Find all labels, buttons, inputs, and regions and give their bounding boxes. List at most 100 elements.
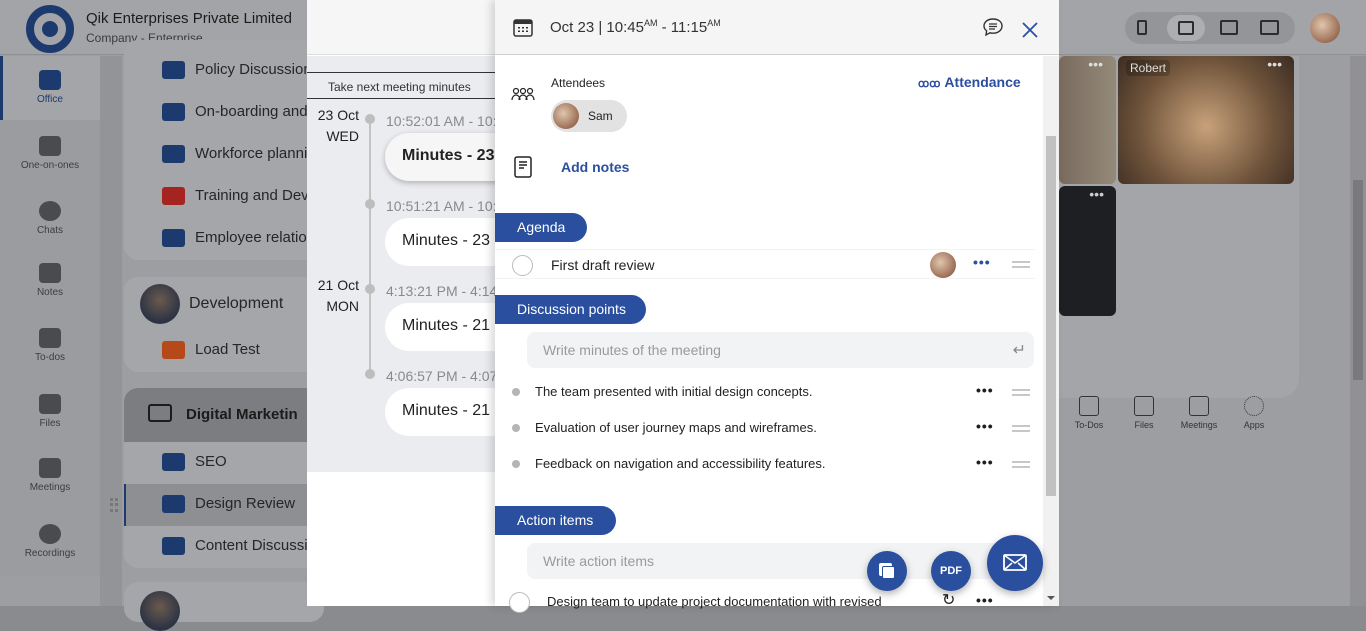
- drag-handle-icon[interactable]: [110, 498, 118, 512]
- video-tile[interactable]: •••: [1059, 186, 1116, 316]
- phone-view-icon[interactable]: [1137, 20, 1147, 35]
- channel-label: Load Test: [195, 341, 260, 358]
- action-items-placeholder: Write action items: [543, 553, 654, 569]
- entry-time: 4:13:21 PM - 4:14:: [386, 283, 502, 299]
- drag-handle-icon[interactable]: [1012, 425, 1030, 432]
- channel-label: Design Review: [195, 495, 296, 512]
- nav-label: Recordings: [24, 548, 76, 559]
- recording-icon: [39, 524, 61, 544]
- agenda-complete-checkbox[interactable]: [512, 255, 533, 276]
- nav-label: Office: [37, 94, 63, 105]
- channel-item-selected[interactable]: Design Review: [162, 495, 322, 514]
- copy-button[interactable]: [867, 551, 907, 591]
- attendance-label: Attendance: [944, 74, 1021, 90]
- channel-item[interactable]: SEO: [162, 453, 322, 472]
- toolbar-files[interactable]: Files: [1119, 396, 1169, 430]
- take-next-minutes-tab[interactable]: Take next meeting minutes: [307, 72, 502, 99]
- discussion-text: Feedback on navigation and accessibility…: [535, 456, 826, 471]
- email-icon: [1003, 554, 1027, 571]
- channel-item[interactable]: Employee relatio: [162, 229, 322, 248]
- page-scroll-thumb[interactable]: [1353, 180, 1363, 380]
- more-options-icon[interactable]: •••: [973, 254, 991, 270]
- nav-notes[interactable]: Notes: [0, 263, 100, 298]
- nav-chats[interactable]: Chats: [0, 201, 100, 236]
- company-name: Qik Enterprises Private Limited: [86, 10, 292, 27]
- tile-more-icon[interactable]: •••: [1267, 56, 1282, 72]
- sidebar-view-icon[interactable]: [1220, 20, 1238, 35]
- agenda-section-label: Agenda: [495, 213, 587, 242]
- pdf-button[interactable]: PDF: [931, 551, 971, 591]
- nav-office[interactable]: Office: [0, 70, 100, 105]
- discussion-item[interactable]: Evaluation of user journey maps and wire…: [495, 413, 1035, 443]
- close-icon[interactable]: [1022, 22, 1038, 38]
- location-pin-icon: [162, 537, 185, 556]
- digital-marketing-header[interactable]: Digital Marketin: [124, 388, 324, 442]
- channel-label: Training and Dev: [195, 187, 309, 204]
- channel-item[interactable]: Policy Discussion: [162, 61, 322, 80]
- email-button[interactable]: [987, 535, 1043, 591]
- channel-item[interactable]: Workforce planni: [162, 145, 322, 164]
- discussion-item[interactable]: Feedback on navigation and accessibility…: [495, 449, 1035, 479]
- drag-handle-icon[interactable]: [1012, 461, 1030, 468]
- add-notes-button[interactable]: Add notes: [561, 159, 629, 175]
- nav-label: Meetings: [29, 482, 71, 493]
- page-scrollbar[interactable]: [1350, 56, 1366, 606]
- company-logo: [26, 5, 74, 53]
- panel-scroll-thumb[interactable]: [1046, 136, 1056, 496]
- entry-time: 4:06:57 PM - 4:07:: [386, 368, 502, 384]
- minutes-input[interactable]: Write minutes of the meeting ↵: [527, 332, 1034, 368]
- attendance-link[interactable]: ꝏꝏ Attendance: [918, 74, 1021, 90]
- action-item[interactable]: Design team to update project documentat…: [495, 588, 1035, 618]
- channel-color-icon: [162, 187, 185, 206]
- panel-scrollbar[interactable]: [1043, 56, 1059, 606]
- enter-icon[interactable]: ↵: [1013, 340, 1026, 360]
- chat-icon[interactable]: [982, 17, 1004, 37]
- people-icon: [39, 136, 61, 156]
- grid-view-button[interactable]: [1167, 15, 1205, 41]
- video-tile-robert[interactable]: Robert •••: [1118, 56, 1294, 184]
- toolbar-todos[interactable]: To-Dos: [1064, 396, 1114, 430]
- agenda-item[interactable]: First draft review •••: [495, 249, 1035, 279]
- nav-todos[interactable]: To-dos: [0, 328, 100, 363]
- notes-icon: [39, 263, 61, 283]
- nav-one-on-ones[interactable]: One-on-ones: [0, 136, 100, 171]
- date-day: 21 Oct: [317, 277, 359, 293]
- meeting-time: Oct 23 | 10:45AM - 11:15AM: [550, 18, 721, 36]
- channel-item[interactable]: On-boarding and: [162, 103, 322, 122]
- scroll-down-arrow-icon[interactable]: [1047, 596, 1055, 600]
- bullet-icon: [512, 460, 520, 468]
- meetings-icon: [1189, 396, 1209, 416]
- channel-item[interactable]: Load Test: [162, 341, 322, 360]
- discussion-text: The team presented with initial design c…: [535, 384, 813, 399]
- copy-icon-back: [882, 566, 895, 579]
- checkbox-icon: [1079, 396, 1099, 416]
- user-avatar[interactable]: [1310, 13, 1340, 43]
- toolbar-apps[interactable]: Apps: [1229, 396, 1279, 430]
- development-title[interactable]: Development: [189, 295, 283, 313]
- drag-handle-icon[interactable]: [1012, 389, 1030, 396]
- recurring-icon[interactable]: ↻: [942, 590, 955, 610]
- drag-handle-icon[interactable]: [1012, 261, 1030, 268]
- bullet-icon: [512, 424, 520, 432]
- attendee-chip[interactable]: Sam: [551, 100, 627, 132]
- entry-time: 10:51:21 AM - 10:: [386, 198, 497, 214]
- channel-column-gutter: [100, 56, 122, 606]
- tile-more-icon[interactable]: •••: [1089, 186, 1104, 202]
- nav-meetings[interactable]: Meetings: [0, 458, 100, 493]
- nav-files[interactable]: Files: [0, 394, 100, 429]
- more-options-icon[interactable]: •••: [976, 382, 994, 398]
- channel-item[interactable]: Content Discussi: [162, 537, 322, 556]
- nav-recordings[interactable]: Recordings: [0, 524, 100, 559]
- discussion-item[interactable]: The team presented with initial design c…: [495, 377, 1035, 407]
- channel-color-icon: [162, 145, 185, 164]
- toolbar-meetings[interactable]: Meetings: [1174, 396, 1224, 430]
- video-tile[interactable]: [1059, 56, 1116, 184]
- tile-more-icon[interactable]: •••: [1088, 56, 1103, 72]
- more-options-icon[interactable]: •••: [976, 418, 994, 434]
- start-suffix: AM: [643, 18, 658, 28]
- more-options-icon[interactable]: •••: [976, 454, 994, 470]
- fullscreen-view-icon[interactable]: [1260, 20, 1279, 35]
- channel-item[interactable]: Training and Dev: [162, 187, 322, 206]
- development-avatar: [140, 284, 180, 324]
- action-complete-checkbox[interactable]: [509, 592, 530, 613]
